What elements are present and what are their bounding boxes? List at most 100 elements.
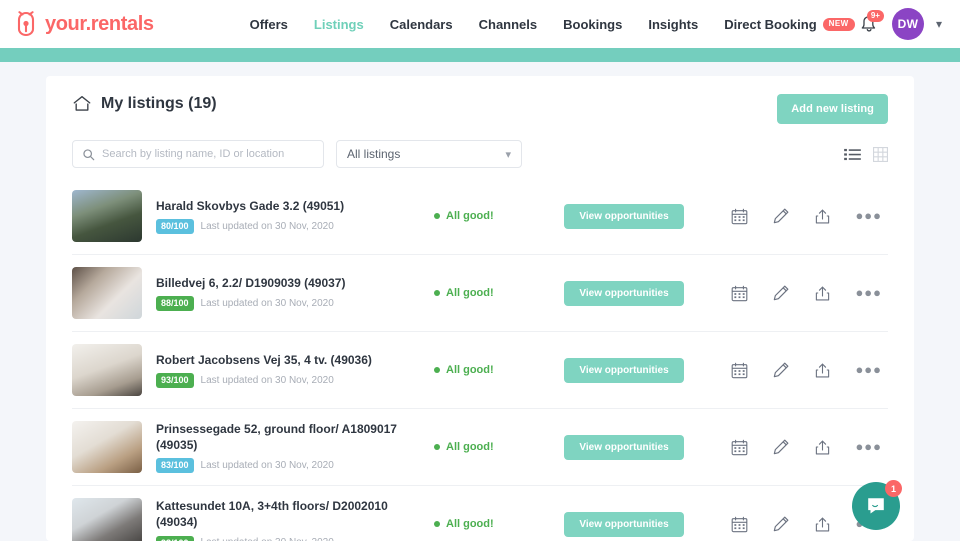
chat-bubble-icon: [865, 495, 887, 517]
listing-meta: 80/100 Last updated on 30 Nov, 2020: [156, 219, 418, 234]
status-dot-icon: [434, 444, 440, 450]
nav-item-insights[interactable]: Insights: [648, 17, 698, 32]
status-dot-icon: [434, 213, 440, 219]
notifications-button[interactable]: 9+: [858, 12, 880, 36]
chat-launcher-button[interactable]: 1: [852, 482, 900, 530]
card-header: My listings (19) Add new listing: [72, 94, 888, 124]
status-dot-icon: [434, 367, 440, 373]
listing-filter-select[interactable]: All listings ▾: [336, 140, 522, 168]
avatar[interactable]: DW: [892, 8, 924, 40]
listing-row: Harald Skovbys Gade 3.2 (49051) 80/100 Las…: [72, 178, 888, 255]
listing-thumbnail[interactable]: [72, 267, 142, 319]
more-options-icon[interactable]: ●●●: [855, 289, 882, 297]
main-nav: Offers Listings Calendars Channels Booki…: [250, 17, 855, 32]
view-opportunities-button[interactable]: View opportunities: [564, 281, 684, 306]
listing-actions: ●●●: [731, 438, 888, 456]
listings-card: My listings (19) Add new listing All lis…: [46, 76, 914, 541]
pencil-icon[interactable]: [772, 438, 790, 456]
nav-item-channels[interactable]: Channels: [479, 17, 538, 32]
listing-title[interactable]: Billedvej 6, 2.2/ D1909039 (49037): [156, 275, 418, 291]
nav-item-direct-booking-label: Direct Booking: [724, 17, 816, 32]
accent-band: [0, 48, 960, 62]
listing-status: All good!: [434, 364, 564, 376]
listing-updated: Last updated on 30 Nov, 2020: [201, 221, 334, 232]
status-dot-icon: [434, 521, 440, 527]
calendar-icon[interactable]: [731, 285, 748, 302]
listing-score-badge: 93/100: [156, 373, 194, 388]
listing-meta: 93/100 Last updated on 30 Nov, 2020: [156, 373, 418, 388]
notification-count-badge: 9+: [867, 10, 884, 22]
listing-meta: 83/100 Last updated on 30 Nov, 2020: [156, 458, 418, 473]
search-box[interactable]: [72, 140, 324, 168]
calendar-icon[interactable]: [731, 439, 748, 456]
listing-row: Billedvej 6, 2.2/ D1909039 (49037) 88/100…: [72, 255, 888, 332]
share-icon[interactable]: [814, 208, 831, 225]
more-options-icon[interactable]: ●●●: [855, 366, 882, 374]
search-icon: [82, 148, 95, 161]
listing-score-badge: 83/100: [156, 458, 194, 473]
listing-updated: Last updated on 30 Nov, 2020: [201, 375, 334, 386]
share-icon[interactable]: [814, 439, 831, 456]
add-new-listing-button[interactable]: Add new listing: [777, 94, 888, 124]
listing-status: All good!: [434, 441, 564, 453]
search-input[interactable]: [102, 148, 314, 160]
listing-actions: ●●●: [731, 284, 888, 302]
page-title-row: My listings (19): [72, 94, 217, 113]
listing-score-badge: 80/100: [156, 219, 194, 234]
listing-updated: Last updated on 30 Nov, 2020: [201, 460, 334, 471]
pencil-icon[interactable]: [772, 361, 790, 379]
view-opportunities-button[interactable]: View opportunities: [564, 512, 684, 537]
listing-filter-value: All listings: [347, 147, 400, 161]
listing-info: Prinsessegade 52, ground floor/ A1809017…: [156, 421, 418, 473]
home-icon: [72, 94, 92, 113]
listing-title[interactable]: Prinsessegade 52, ground floor/ A1809017…: [156, 421, 418, 453]
listing-info: Kattesundet 10A, 3+4th floors/ D2002010 …: [156, 498, 418, 541]
pencil-icon[interactable]: [772, 207, 790, 225]
listing-title[interactable]: Robert Jacobsens Vej 35, 4 tv. (49036): [156, 352, 418, 368]
view-opportunities-button[interactable]: View opportunities: [564, 435, 684, 460]
listing-info: Robert Jacobsens Vej 35, 4 tv. (49036) 93…: [156, 352, 418, 388]
grid-view-icon[interactable]: [873, 147, 888, 162]
listing-actions: ●●●: [731, 207, 888, 225]
listing-meta: 93/100Last updated on 30 Nov, 2020: [156, 536, 418, 541]
new-badge: NEW: [823, 18, 855, 31]
listing-title[interactable]: Kattesundet 10A, 3+4th floors/ D2002010 …: [156, 498, 418, 530]
listing-thumbnail[interactable]: [72, 421, 142, 473]
listing-info: Billedvej 6, 2.2/ D1909039 (49037) 88/100…: [156, 275, 418, 311]
listing-status-text: All good!: [446, 210, 494, 222]
chevron-down-icon[interactable]: ▾: [936, 17, 942, 31]
calendar-icon[interactable]: [731, 208, 748, 225]
list-view-icon[interactable]: [844, 148, 861, 161]
listing-title[interactable]: Harald Skovbys Gade 3.2 (49051): [156, 198, 418, 214]
more-options-icon[interactable]: ●●●: [855, 212, 882, 220]
listing-meta: 88/100Last updated on 30 Nov, 2020: [156, 296, 418, 311]
listing-thumbnail[interactable]: [72, 498, 142, 541]
pencil-icon[interactable]: [772, 284, 790, 302]
pencil-icon[interactable]: [772, 515, 790, 533]
nav-item-bookings[interactable]: Bookings: [563, 17, 622, 32]
share-icon[interactable]: [814, 516, 831, 533]
chevron-down-icon: ▾: [505, 148, 511, 161]
chat-unread-badge: 1: [885, 480, 902, 497]
nav-item-direct-booking[interactable]: Direct Booking NEW: [724, 17, 854, 32]
nav-item-listings[interactable]: Listings: [314, 17, 364, 32]
listing-row: Prinsessegade 52, ground floor/ A1809017…: [72, 409, 888, 486]
brand-logo-link[interactable]: your.rentals: [14, 11, 154, 37]
listing-row: Robert Jacobsens Vej 35, 4 tv. (49036) 93…: [72, 332, 888, 409]
listing-status-text: All good!: [446, 287, 494, 299]
calendar-icon[interactable]: [731, 516, 748, 533]
share-icon[interactable]: [814, 362, 831, 379]
more-options-icon[interactable]: ●●●: [855, 443, 882, 451]
listing-thumbnail[interactable]: [72, 344, 142, 396]
listing-thumbnail[interactable]: [72, 190, 142, 242]
calendar-icon[interactable]: [731, 362, 748, 379]
share-icon[interactable]: [814, 285, 831, 302]
view-opportunities-button[interactable]: View opportunities: [564, 358, 684, 383]
filters-bar: All listings ▾: [72, 140, 888, 168]
nav-item-calendars[interactable]: Calendars: [390, 17, 453, 32]
listing-score-badge: 88/100: [156, 296, 194, 311]
nav-item-offers[interactable]: Offers: [250, 17, 288, 32]
keyhole-logo-icon: [14, 11, 38, 37]
view-toggle: [844, 147, 888, 162]
view-opportunities-button[interactable]: View opportunities: [564, 204, 684, 229]
